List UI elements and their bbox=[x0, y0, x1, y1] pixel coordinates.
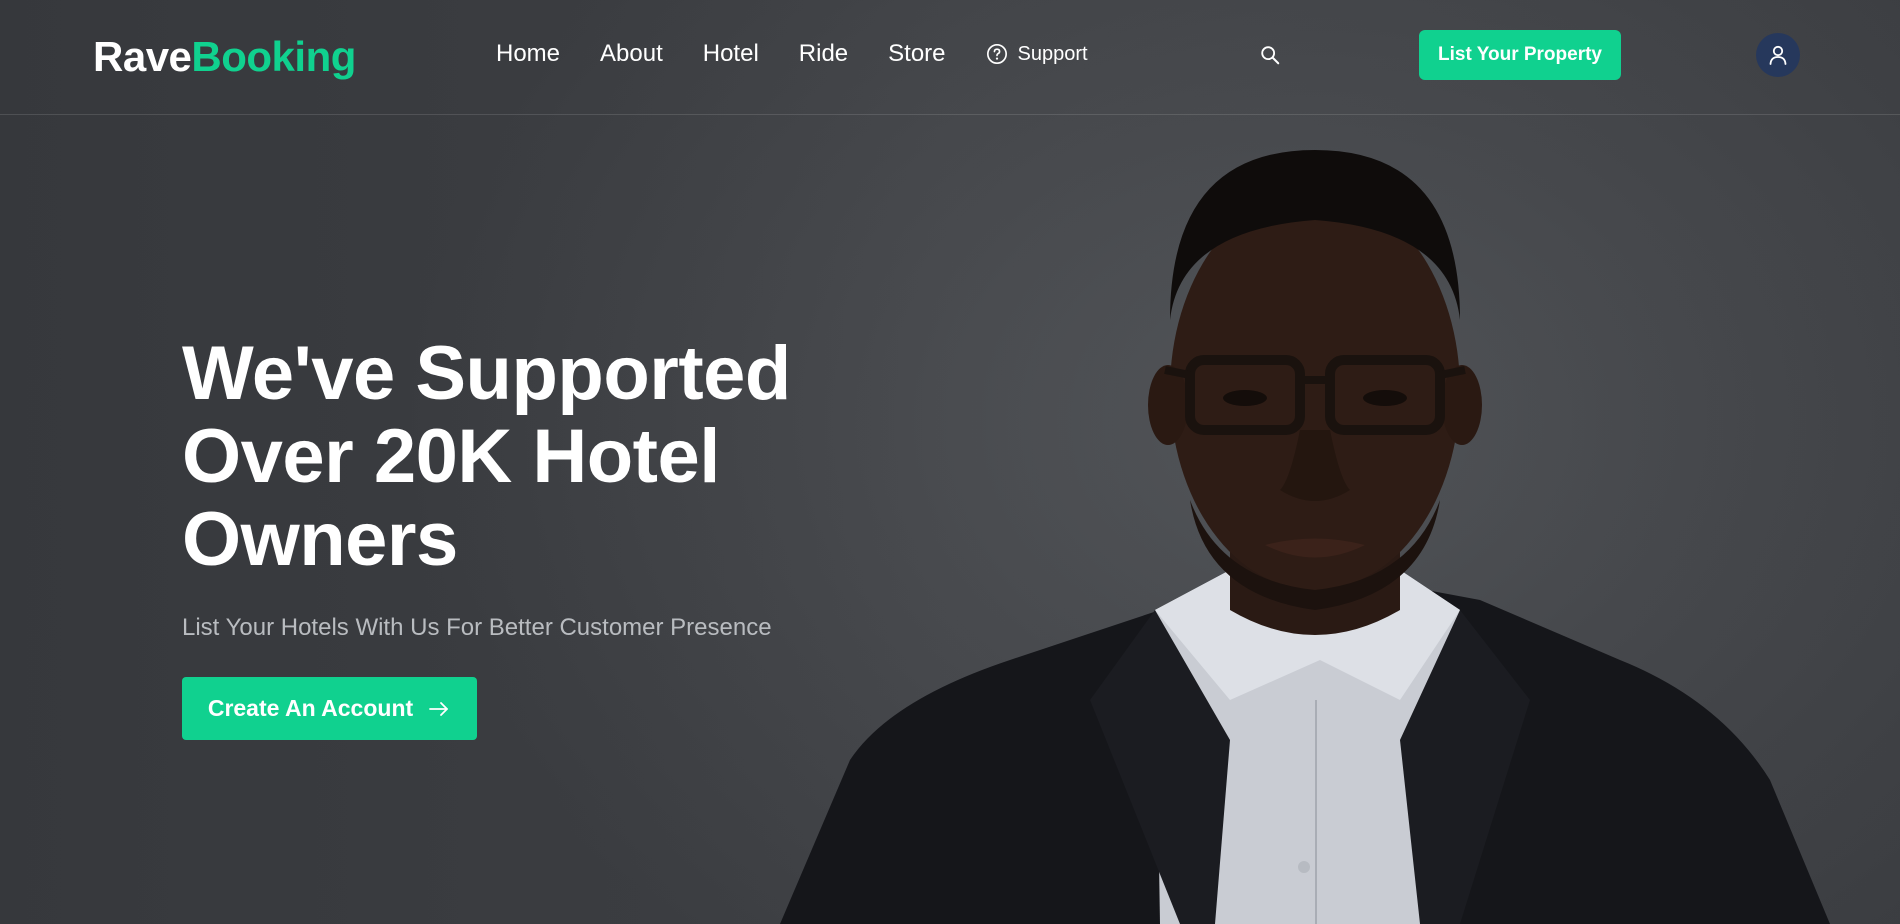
user-icon bbox=[1769, 45, 1787, 65]
nav-link-home[interactable]: Home bbox=[496, 40, 560, 68]
nav-links: Home About Hotel Ride Store Support bbox=[496, 40, 1088, 68]
list-property-button[interactable]: List Your Property bbox=[1419, 30, 1621, 80]
nav-link-support[interactable]: Support bbox=[986, 43, 1088, 66]
arrow-right-icon bbox=[429, 701, 449, 716]
create-account-label: Create An Account bbox=[207, 695, 414, 721]
hero-title-line1: We've Supported bbox=[182, 331, 791, 416]
create-account-button[interactable]: Create An Account bbox=[182, 677, 477, 740]
search-icon bbox=[1261, 46, 1280, 65]
hero-title-line2: Over 20K Hotel bbox=[182, 414, 720, 499]
hero-portrait-image bbox=[780, 150, 1830, 924]
nav-link-about[interactable]: About bbox=[600, 40, 663, 68]
brand-logo-part1: Rave bbox=[93, 33, 192, 80]
search-button[interactable] bbox=[1259, 44, 1283, 68]
question-circle-icon bbox=[986, 44, 1007, 64]
brand-logo[interactable]: RaveBooking bbox=[93, 33, 356, 81]
nav-link-ride[interactable]: Ride bbox=[799, 40, 848, 68]
nav-support-label: Support bbox=[1017, 42, 1088, 65]
hero-subtitle: List Your Hotels With Us For Better Cust… bbox=[182, 614, 772, 641]
top-navbar: RaveBooking Home About Hotel Ride Store … bbox=[0, 0, 1900, 115]
brand-logo-part2: Booking bbox=[191, 33, 356, 80]
nav-link-store[interactable]: Store bbox=[888, 40, 945, 68]
hero-title-line3: Owners bbox=[182, 497, 458, 582]
hero-title: We've Supported Over 20K Hotel Owners bbox=[182, 332, 882, 581]
nav-link-hotel[interactable]: Hotel bbox=[703, 40, 759, 68]
user-avatar-button[interactable] bbox=[1756, 33, 1800, 77]
